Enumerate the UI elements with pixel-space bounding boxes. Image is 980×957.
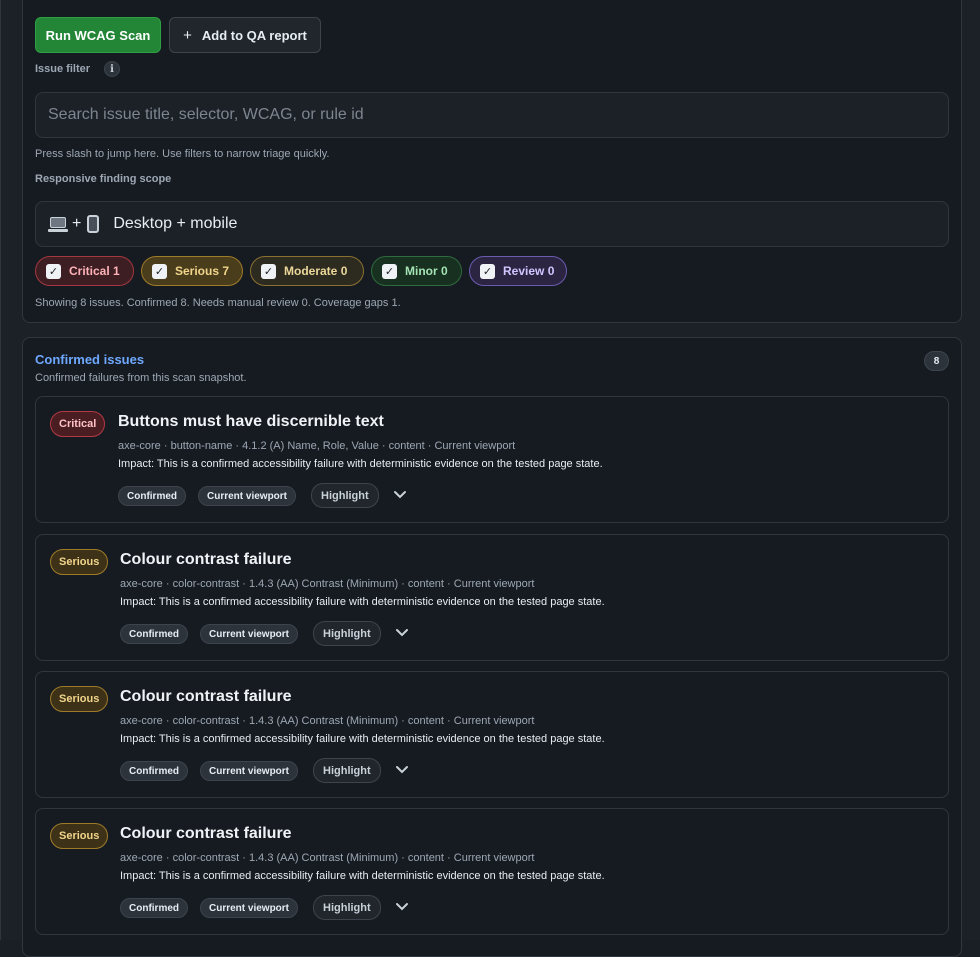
chevron-down-icon[interactable] <box>393 624 411 642</box>
chip-label: Minor <box>405 264 438 278</box>
checkbox-checked-icon: ✓ <box>46 263 61 279</box>
issue-impact: Impact: This is a confirmed accessibilit… <box>120 870 605 882</box>
responsive-scope-label: Responsive finding scope <box>35 173 172 185</box>
issue-card: Serious Colour contrast failure axe-core… <box>35 671 949 798</box>
chip-count: 0 <box>547 264 555 278</box>
chevron-down-icon[interactable] <box>393 898 411 916</box>
highlight-button[interactable]: Highlight <box>311 483 379 508</box>
status-pill: Confirmed <box>118 486 186 506</box>
add-to-qa-report-button[interactable]: + Add to QA report <box>169 17 321 53</box>
issue-card: Critical Buttons must have discernible t… <box>35 396 949 523</box>
add-to-qa-report-label: Add to QA report <box>201 27 307 43</box>
issue-meta: axe-core · button-name · 4.1.2 (A) Name,… <box>118 440 516 452</box>
run-wcag-scan-label: Run WCAG Scan <box>45 27 151 43</box>
filter-chip-moderate[interactable]: ✓ Moderate 0 <box>250 256 364 286</box>
highlight-button[interactable]: Highlight <box>313 895 381 920</box>
issue-card: Serious Colour contrast failure axe-core… <box>35 808 949 935</box>
chip-count: 7 <box>222 264 230 278</box>
issue-search-input[interactable] <box>35 92 949 138</box>
section-subtitle: Confirmed failures from this scan snapsh… <box>35 372 247 384</box>
issue-impact: Impact: This is a confirmed accessibilit… <box>120 596 605 608</box>
highlight-button[interactable]: Highlight <box>313 758 381 783</box>
chip-label: Review <box>503 264 545 278</box>
search-hint: Press slash to jump here. Use filters to… <box>35 148 330 160</box>
checkbox-checked-icon: ✓ <box>152 263 167 279</box>
filter-chip-serious[interactable]: ✓ Serious 7 <box>141 256 243 286</box>
results-summary: Showing 8 issues. Confirmed 8. Needs man… <box>35 297 401 309</box>
severity-badge: Serious <box>50 823 109 849</box>
confirmed-issues-panel: Confirmed issues Confirmed failures from… <box>22 337 962 957</box>
chip-label: Moderate <box>284 264 338 278</box>
viewport-pill: Current viewport <box>198 486 297 506</box>
checkbox-checked-icon: ✓ <box>480 263 495 279</box>
checkbox-checked-icon: ✓ <box>261 263 276 279</box>
chevron-down-icon[interactable] <box>391 486 409 504</box>
viewport-pill: Current viewport <box>200 624 299 644</box>
responsive-scope-select[interactable]: + Desktop + mobile <box>35 201 949 247</box>
devices-icons: + <box>48 215 105 233</box>
chip-label: Critical <box>69 264 110 278</box>
issue-meta: axe-core · color-contrast · 1.4.3 (AA) C… <box>120 852 535 864</box>
severity-badge: Serious <box>50 686 109 712</box>
scan-controls-panel: Run WCAG Scan + Add to QA report Issue f… <box>22 0 962 323</box>
chip-count: 1 <box>113 264 120 278</box>
chip-count: 0 <box>340 264 348 278</box>
checkbox-checked-icon: ✓ <box>382 263 397 279</box>
issue-title: Colour contrast failure <box>120 688 292 705</box>
status-pill: Confirmed <box>120 898 188 918</box>
viewport-pill: Current viewport <box>200 761 299 781</box>
laptop-icon <box>48 216 68 232</box>
run-wcag-scan-button[interactable]: Run WCAG Scan <box>35 17 161 53</box>
info-icon[interactable]: i <box>104 61 120 77</box>
severity-badge: Serious <box>50 549 109 575</box>
section-title: Confirmed issues <box>35 352 145 367</box>
highlight-button[interactable]: Highlight <box>313 621 381 646</box>
status-pill: Confirmed <box>120 624 188 644</box>
chevron-down-icon[interactable] <box>393 761 411 779</box>
plus-icon: + <box>183 26 192 44</box>
filter-chip-minor[interactable]: ✓ Minor 0 <box>371 256 462 286</box>
issue-impact: Impact: This is a confirmed accessibilit… <box>120 733 605 745</box>
issue-title: Buttons must have discernible text <box>118 413 384 430</box>
issue-title: Colour contrast failure <box>120 825 292 842</box>
issue-meta: axe-core · color-contrast · 1.4.3 (AA) C… <box>120 715 535 727</box>
scope-selected-value: Desktop + mobile <box>113 215 238 232</box>
issue-card: Serious Colour contrast failure axe-core… <box>35 534 949 661</box>
issue-impact: Impact: This is a confirmed accessibilit… <box>118 458 603 470</box>
filter-chip-review[interactable]: ✓ Review 0 <box>469 256 567 286</box>
chip-label: Serious <box>175 264 220 278</box>
issue-title: Colour contrast failure <box>120 551 292 568</box>
issue-meta: axe-core · color-contrast · 1.4.3 (AA) C… <box>120 578 535 590</box>
filter-chip-critical[interactable]: ✓ Critical 1 <box>35 256 134 286</box>
status-pill: Confirmed <box>120 761 188 781</box>
severity-badge: Critical <box>50 411 106 437</box>
issue-count-badge: 8 <box>924 351 949 371</box>
viewport-pill: Current viewport <box>200 898 299 918</box>
issue-filter-label: Issue filter <box>35 63 91 75</box>
chip-count: 0 <box>441 264 448 278</box>
app-frame: Run WCAG Scan + Add to QA report Issue f… <box>0 0 980 957</box>
mobile-phone-icon <box>87 215 100 233</box>
plus-glyph: + <box>72 215 82 232</box>
